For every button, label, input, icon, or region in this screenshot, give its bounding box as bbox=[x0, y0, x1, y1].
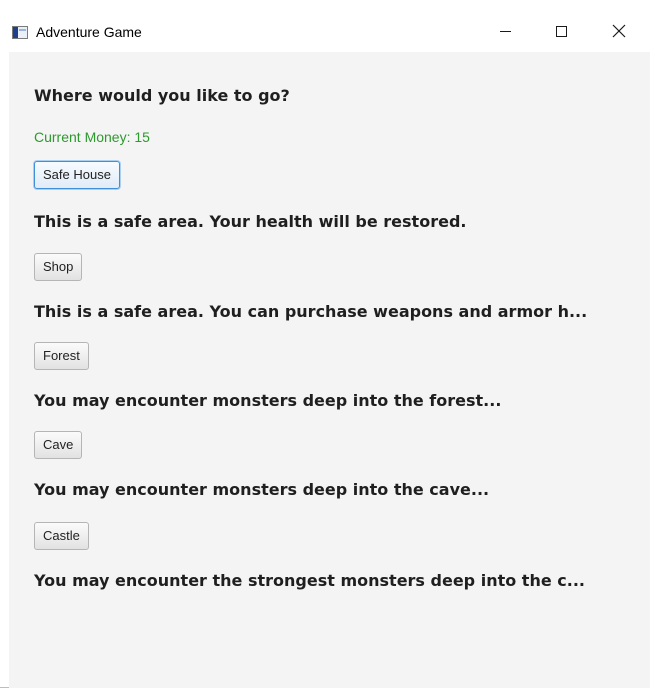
app-icon bbox=[12, 26, 28, 39]
maximize-button[interactable] bbox=[538, 10, 584, 52]
shop-description: This is a safe area. You can purchase we… bbox=[34, 302, 588, 321]
maximize-icon bbox=[555, 25, 567, 37]
minimize-icon bbox=[499, 30, 511, 32]
close-button[interactable] bbox=[596, 10, 642, 52]
forest-description: You may encounter monsters deep into the… bbox=[34, 391, 502, 410]
page-heading: Where would you like to go? bbox=[34, 86, 290, 105]
window-title: Adventure Game bbox=[36, 24, 142, 40]
shop-button[interactable]: Shop bbox=[34, 253, 83, 281]
current-money-label: Current Money: 15 bbox=[34, 129, 150, 145]
close-icon bbox=[612, 24, 626, 38]
cave-button[interactable]: Cave bbox=[34, 431, 83, 459]
safe-house-description: This is a safe area. Your health will be… bbox=[34, 212, 467, 231]
castle-button[interactable]: Castle bbox=[34, 522, 89, 550]
title-bar[interactable]: Adventure Game bbox=[0, 0, 650, 52]
content-pane: Where would you like to go? Current Mone… bbox=[9, 52, 650, 688]
safe-house-button[interactable]: Safe House bbox=[34, 161, 120, 189]
castle-description: You may encounter the strongest monsters… bbox=[34, 571, 585, 590]
minimize-button[interactable] bbox=[482, 10, 528, 52]
application-window: Adventure Game Where would you like to g… bbox=[0, 0, 650, 688]
cave-description: You may encounter monsters deep into the… bbox=[34, 480, 490, 499]
forest-button[interactable]: Forest bbox=[34, 342, 89, 370]
